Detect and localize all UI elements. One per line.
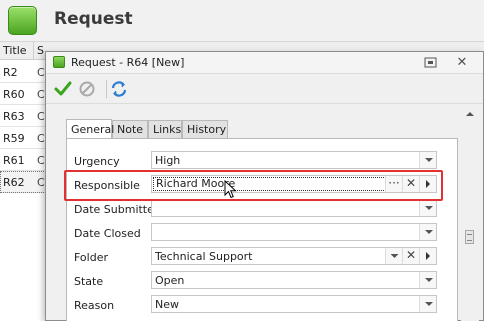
close-icon[interactable]: ✕	[455, 55, 469, 70]
folder-label: Folder	[74, 251, 108, 264]
table-row-selected[interactable]: R62 C	[0, 171, 46, 193]
row-title: R63	[3, 110, 25, 123]
folder-lookup[interactable]: Technical Support ✕	[151, 247, 437, 265]
reason-label: Reason	[74, 299, 115, 312]
column-header-title[interactable]: Title	[0, 42, 34, 60]
tab-history[interactable]: History	[182, 120, 228, 138]
date-closed-label: Date Closed	[74, 227, 141, 240]
reason-value: New	[155, 298, 179, 311]
row-title: R61	[3, 154, 25, 167]
table-row[interactable]: R59 C	[0, 127, 46, 149]
vertical-scrollbar[interactable]	[461, 110, 479, 321]
refresh-icon[interactable]	[109, 79, 129, 99]
general-tab-panel: Urgency High Responsible Richard Moore ·…	[66, 138, 458, 321]
request-icon	[53, 56, 65, 68]
row-title: R60	[3, 88, 25, 101]
row-title: R2	[3, 66, 18, 79]
urgency-dropdown[interactable]: High	[151, 151, 437, 169]
urgency-value: High	[155, 154, 181, 167]
table-row[interactable]: R2 C	[0, 61, 46, 83]
scroll-up-icon[interactable]	[465, 110, 475, 118]
chevron-down-icon[interactable]	[385, 248, 402, 264]
restore-window-icon[interactable]	[424, 57, 437, 68]
date-closed-picker[interactable]	[151, 223, 437, 241]
row-title: R62	[3, 176, 25, 189]
date-submitted-label: Date Submitted	[74, 203, 161, 216]
chevron-down-icon[interactable]	[419, 152, 436, 168]
app-title: Request	[54, 9, 133, 29]
table-row[interactable]: R61 C	[0, 149, 46, 171]
clear-icon[interactable]: ✕	[402, 248, 419, 264]
app-logo-icon[interactable]	[8, 6, 37, 35]
reason-dropdown[interactable]: New	[151, 295, 437, 313]
folder-value: Technical Support	[155, 250, 253, 263]
dialog-title: Request - R64 [New]	[71, 56, 185, 69]
tab-general[interactable]: General	[66, 119, 114, 138]
state-dropdown[interactable]: Open	[151, 271, 437, 289]
date-submitted-picker[interactable]	[151, 199, 437, 217]
scroll-thumb[interactable]	[465, 230, 474, 244]
table-row[interactable]: R60 C	[0, 83, 46, 105]
app-header: Request	[0, 0, 484, 42]
mouse-cursor-icon	[224, 180, 237, 199]
row-title: R59	[3, 132, 25, 145]
state-label: State	[74, 275, 104, 288]
open-link-icon[interactable]	[419, 248, 436, 264]
cancel-icon[interactable]	[77, 79, 97, 99]
chevron-down-icon[interactable]	[419, 224, 436, 240]
chevron-down-icon[interactable]	[419, 272, 436, 288]
table-row[interactable]: R63 C	[0, 105, 46, 127]
dialog-toolbar	[46, 74, 483, 104]
urgency-label: Urgency	[74, 155, 120, 168]
tab-links[interactable]: Links	[148, 120, 182, 138]
tab-note[interactable]: Note	[112, 120, 148, 138]
chevron-down-icon[interactable]	[419, 296, 436, 312]
state-value: Open	[155, 274, 185, 287]
chevron-down-icon[interactable]	[419, 200, 436, 216]
checkmark-icon[interactable]	[53, 79, 73, 99]
toolbar-separator	[106, 80, 107, 98]
dialog-titlebar[interactable]: Request - R64 [New] ✕	[46, 52, 483, 74]
highlight-annotation	[64, 170, 443, 201]
